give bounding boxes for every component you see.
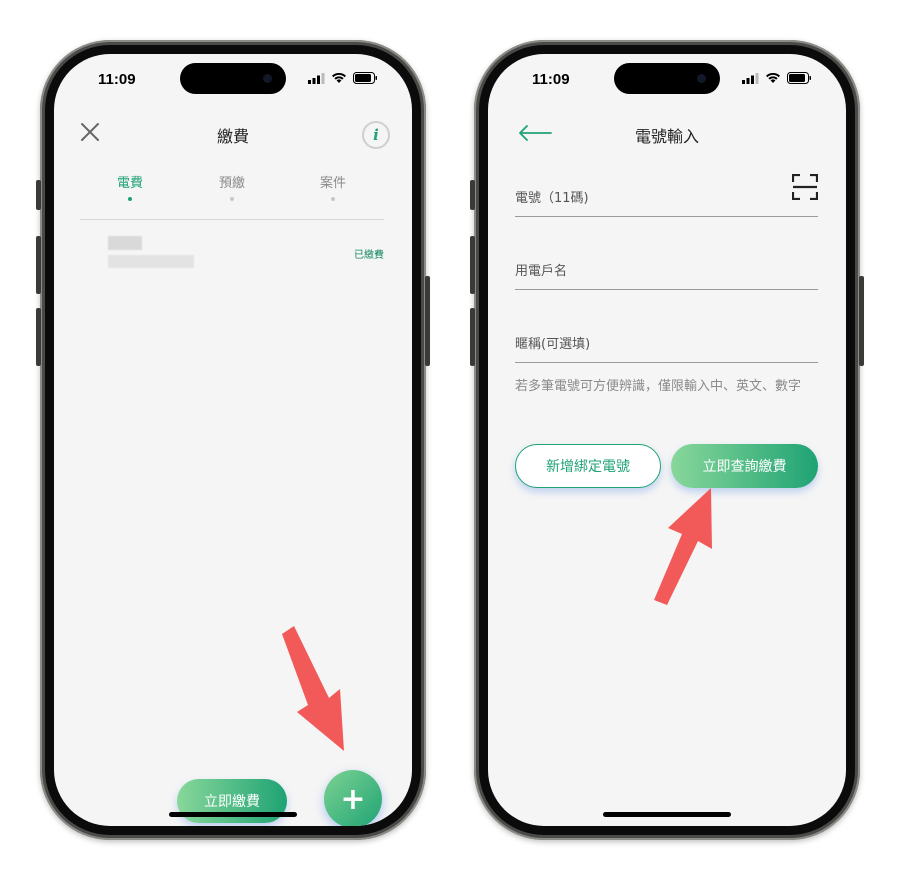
signal-icon [742, 72, 759, 84]
tab-cases[interactable]: 案件 [293, 172, 373, 201]
left-phone: 11:09 繳費 i 電費 預繳 案件 已繳費 立即繳費 + [36, 40, 430, 840]
tabs-divider [80, 219, 384, 220]
status-time: 11:09 [532, 71, 570, 88]
volume-down-button [470, 308, 475, 366]
tab-label: 電費 [116, 176, 143, 191]
wifi-icon [766, 72, 780, 83]
battery-icon [353, 72, 377, 84]
tab-label: 案件 [319, 176, 346, 191]
field-label: 暱稱(可選填) [515, 337, 591, 352]
redacted-name [108, 236, 142, 250]
volume-up-button [470, 236, 475, 294]
left-screen: 11:09 繳費 i 電費 預繳 案件 已繳費 立即繳費 + [54, 54, 412, 826]
home-indicator [603, 812, 731, 817]
action-button [470, 180, 475, 210]
dynamic-island [614, 63, 720, 94]
field-label: 用電戶名 [515, 264, 568, 279]
account-name-field[interactable]: 用電戶名 [515, 253, 818, 290]
battery-icon [787, 72, 811, 84]
tab-indicator-dot [128, 197, 132, 201]
field-label: 電號（11碼) [515, 191, 589, 206]
nickname-field[interactable]: 暱稱(可選填) [515, 326, 818, 363]
tab-label: 預繳 [218, 176, 245, 191]
add-button[interactable]: + [324, 770, 382, 826]
query-now-button[interactable]: 立即查詢繳費 [671, 444, 818, 488]
action-button [36, 180, 41, 210]
tab-prepay[interactable]: 預繳 [192, 172, 272, 201]
right-screen: 11:09 電號輸入 電號（11碼) 用電戶名 暱稱(可選填) 若多筆電號可方便… [488, 54, 846, 826]
status-time: 11:09 [98, 71, 136, 88]
right-phone: 11:09 電號輸入 電號（11碼) 用電戶名 暱稱(可選填) 若多筆電號可方便… [470, 40, 864, 840]
info-icon[interactable]: i [362, 121, 390, 149]
wifi-icon [332, 72, 346, 83]
scan-icon[interactable] [792, 174, 818, 200]
status-icons [308, 72, 378, 84]
page-title: 電號輸入 [634, 127, 699, 146]
nickname-hint: 若多筆電號可方便辨識，僅限輸入中、英文、數字 [515, 379, 802, 394]
redacted-account-number [108, 255, 194, 268]
plus-icon: + [340, 781, 366, 817]
signal-icon [308, 72, 325, 84]
status-badge: 已繳費 [354, 250, 384, 261]
volume-up-button [36, 236, 41, 294]
volume-down-button [36, 308, 41, 366]
power-button [859, 276, 864, 366]
add-bind-button[interactable]: 新增綁定電號 [515, 444, 661, 488]
tab-electricity[interactable]: 電費 [90, 172, 170, 201]
page-title: 繳費 [216, 127, 249, 146]
home-indicator [169, 812, 297, 817]
tab-bar: 電費 預繳 案件 [80, 172, 384, 208]
status-icons [742, 72, 812, 84]
dynamic-island [180, 63, 286, 94]
tab-indicator-dot [331, 197, 335, 201]
power-button [425, 276, 430, 366]
electricity-number-field[interactable]: 電號（11碼) [515, 174, 818, 217]
tab-indicator-dot [230, 197, 234, 201]
